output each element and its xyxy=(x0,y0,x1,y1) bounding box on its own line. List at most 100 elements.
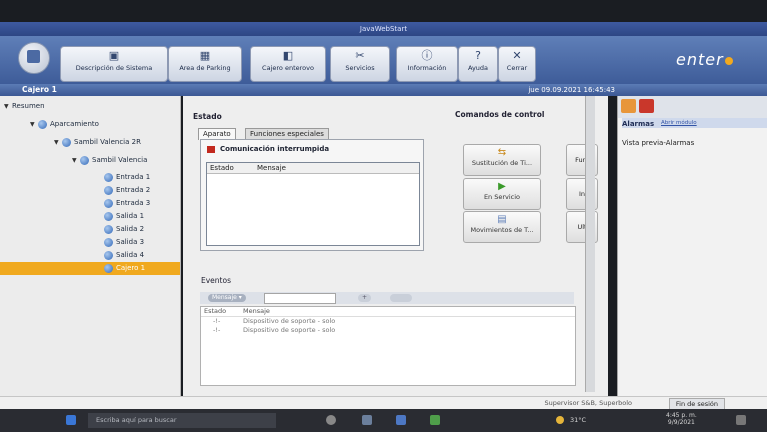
state-grid-header: Estado Mensaje xyxy=(207,163,419,174)
task-view-icon[interactable] xyxy=(326,415,336,425)
alarm-icon[interactable] xyxy=(621,99,636,113)
column-header-mensaje[interactable]: Mensaje xyxy=(257,164,286,172)
remove-filter-button[interactable] xyxy=(390,294,412,302)
toolbar-button-label: Servicios xyxy=(345,64,375,72)
window-title: JavaWebStart xyxy=(359,25,408,33)
info-icon: ⓘ xyxy=(421,49,433,62)
tree-item-entrada-2[interactable]: Entrada 2 xyxy=(104,184,150,197)
tree-item-aparcamiento[interactable]: ▼ Aparcamiento xyxy=(30,118,99,131)
open-module-link[interactable]: Abrir módulo xyxy=(661,120,697,126)
tree-item-sambil-valencia-2r[interactable]: ▼ Sambil Valencia 2R xyxy=(54,136,141,149)
event-message: Dispositivo de soporte - solo xyxy=(243,317,336,325)
device-icon xyxy=(104,211,113,221)
taskbar-clock[interactable]: 4:45 p. m. 9/9/2021 xyxy=(666,412,697,426)
section-datetime: jue 09.09.2021 16:45:43 xyxy=(528,86,615,94)
filter-dropdown[interactable]: Mensaje ▾ xyxy=(208,294,246,302)
tree-item-label: Sambil Valencia 2R xyxy=(74,138,141,146)
device-icon xyxy=(104,172,113,182)
add-filter-button[interactable]: + xyxy=(358,294,372,302)
device-icon xyxy=(104,224,113,234)
tab-label: Aparato xyxy=(203,130,231,138)
alert-status-icon xyxy=(207,145,215,153)
toolbar-button-label: Area de Parking xyxy=(179,64,231,72)
tree-item-label: Salida 4 xyxy=(116,251,145,259)
tree-item-label: Sambil Valencia xyxy=(92,156,148,164)
state-grid: Estado Mensaje xyxy=(206,162,420,246)
alarms-preview-text: Vista previa-Alarmas xyxy=(622,139,695,147)
tree-item-label: Entrada 3 xyxy=(116,199,151,207)
toolbar-button-label: Ayuda xyxy=(467,64,489,72)
tree-item-label: Salida 1 xyxy=(116,212,145,220)
section-header: Cajero 1 jue 09.09.2021 16:45:43 xyxy=(0,84,767,96)
cashier-button[interactable]: ◧ Cajero enterovo xyxy=(250,46,326,82)
column-header-estado[interactable]: Estado xyxy=(210,164,234,172)
command-label: Movimientos de T... xyxy=(470,226,534,234)
taskbar-time: 4:45 p. m. xyxy=(666,412,697,419)
device-icon xyxy=(104,198,113,208)
node-icon xyxy=(80,155,89,165)
tree-item-entrada-3[interactable]: Entrada 3 xyxy=(104,197,150,210)
file-explorer-icon[interactable] xyxy=(362,415,372,425)
commands-heading: Comandos de control xyxy=(455,110,545,119)
monitor-icon: ▣ xyxy=(108,49,120,62)
main-panel: Estado Comandos de control Aparato Funci… xyxy=(183,96,608,396)
play-icon: ▶ xyxy=(498,181,506,192)
device-icon xyxy=(104,237,113,247)
expand-icon[interactable]: ▼ xyxy=(4,100,12,113)
tree-item-label: Entrada 2 xyxy=(116,186,151,194)
tree-item-salida-2[interactable]: Salida 2 xyxy=(104,223,144,236)
tree-item-resumen[interactable]: ▼ Resumen xyxy=(4,100,45,113)
close-icon: ✕ xyxy=(512,49,522,62)
brand-text: enter xyxy=(676,50,724,69)
filter-input[interactable] xyxy=(264,293,336,304)
command-label: En Servicio xyxy=(483,193,521,201)
notifications-icon[interactable] xyxy=(736,415,746,425)
app-icon[interactable] xyxy=(430,415,440,425)
os-taskbar: Escriba aquí para buscar 31°C 4:45 p. m.… xyxy=(0,409,767,432)
tree-item-salida-1[interactable]: Salida 1 xyxy=(104,210,144,223)
sidebar-tree: ▼ Resumen ▼ Aparcamiento ▼ Sambil Valencia … xyxy=(0,96,181,396)
tree-item-salida-3[interactable]: Salida 3 xyxy=(104,236,144,249)
help-button[interactable]: ? Ayuda xyxy=(458,46,498,82)
alarms-panel: Alarmas Abrir módulo Vista previa-Alarma… xyxy=(617,96,767,396)
device-icon xyxy=(104,185,113,195)
section-title: Cajero 1 xyxy=(22,85,57,94)
tree-item-cajero-1[interactable]: Cajero 1 xyxy=(0,262,180,275)
main-scrollbar[interactable] xyxy=(585,96,595,392)
brand-dot-icon xyxy=(724,57,733,65)
event-message: Dispositivo de soporte - solo xyxy=(243,326,336,334)
home-button[interactable] xyxy=(18,42,50,74)
tree-item-sambil-valencia[interactable]: ▼ Sambil Valencia xyxy=(72,154,147,167)
event-status: -!- xyxy=(213,326,221,334)
weather-temperature: 31°C xyxy=(570,416,587,424)
column-header-mensaje[interactable]: Mensaje xyxy=(243,307,270,315)
tree-item-label: Salida 3 xyxy=(116,238,145,246)
expand-icon[interactable]: ▼ xyxy=(72,154,80,167)
parking-area-button[interactable]: ▦ Area de Parking xyxy=(168,46,242,82)
device-icon xyxy=(104,250,113,260)
events-header: Estado Mensaje xyxy=(201,307,575,317)
taskbar-search[interactable]: Escriba aquí para buscar xyxy=(88,413,276,428)
main-toolbar: ▣ Descripción de Sistema ▦ Area de Parki… xyxy=(0,36,767,84)
tree-item-salida-4[interactable]: Salida 4 xyxy=(104,249,144,262)
command-sustitucion-button[interactable]: ⇆ Sustitución de Ti... xyxy=(463,144,541,176)
command-movimientos-button[interactable]: ▤ Movimientos de T... xyxy=(463,211,541,243)
alarms-toolbar xyxy=(618,96,767,118)
alarm-alert-icon[interactable] xyxy=(639,99,654,113)
expand-icon[interactable]: ▼ xyxy=(54,136,62,149)
device-state-panel: Comunicación interrumpida Estado Mensaje xyxy=(200,139,424,251)
alert-text: Comunicación interrumpida xyxy=(220,145,330,153)
expand-icon[interactable]: ▼ xyxy=(30,118,38,131)
communication-alert: Comunicación interrumpida xyxy=(207,145,329,153)
information-button[interactable]: ⓘ Información xyxy=(396,46,458,82)
column-header-estado[interactable]: Estado xyxy=(204,307,226,315)
brand-logo: enter xyxy=(676,50,733,69)
window-titlebar: JavaWebStart xyxy=(0,22,767,36)
tree-item-entrada-1[interactable]: Entrada 1 xyxy=(104,171,150,184)
system-description-button[interactable]: ▣ Descripción de Sistema xyxy=(60,46,168,82)
start-icon[interactable] xyxy=(66,415,76,425)
command-en-servicio-button[interactable]: ▶ En Servicio xyxy=(463,178,541,210)
app-icon[interactable] xyxy=(396,415,406,425)
services-button[interactable]: ✂ Servicios xyxy=(330,46,390,82)
close-button[interactable]: ✕ Cerrar xyxy=(498,46,536,82)
